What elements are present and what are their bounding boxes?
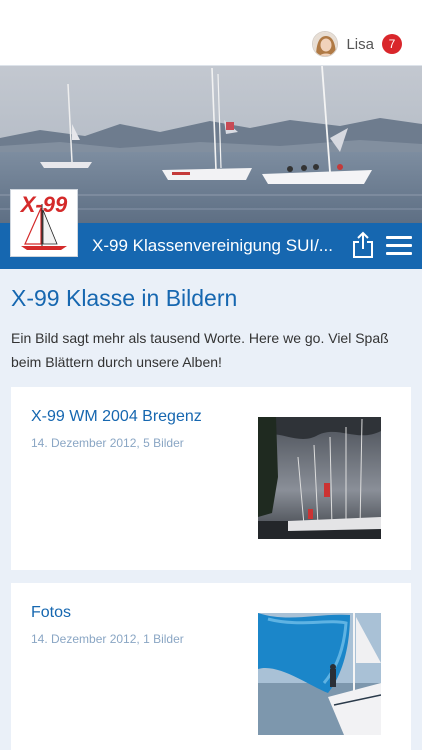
album-meta: 14. Dezember 2012, 5 Bilder [31, 436, 184, 450]
page-intro: Ein Bild sagt mehr als tausend Worte. He… [11, 330, 389, 370]
album-card[interactable]: X-99 WM 2004 Bregenz 14. Dezember 2012, … [11, 387, 411, 570]
hamburger-menu-icon[interactable] [386, 236, 412, 256]
top-bar: Lisa 7 [0, 0, 422, 66]
club-logo: X-99 [10, 189, 78, 257]
album-thumbnail[interactable] [258, 417, 381, 539]
album-meta: 14. Dezember 2012, 1 Bilder [31, 632, 184, 646]
share-icon[interactable] [352, 231, 374, 259]
album-title[interactable]: X-99 WM 2004 Bregenz [31, 408, 202, 426]
user-avatar[interactable] [312, 31, 339, 57]
album-title[interactable]: Fotos [31, 604, 71, 622]
user-name[interactable]: Lisa [346, 36, 374, 53]
club-logo-text: X-99 [19, 192, 68, 217]
user-account[interactable]: Lisa 7 [312, 30, 402, 58]
notification-badge[interactable]: 7 [382, 34, 402, 54]
club-name[interactable]: X-99 Klassenvereinigung SUI/... [92, 236, 340, 256]
album-thumbnail[interactable] [258, 613, 381, 735]
page-title: X-99 Klasse in Bildern [11, 285, 238, 311]
album-card[interactable]: Fotos 14. Dezember 2012, 1 Bilder [11, 583, 411, 750]
